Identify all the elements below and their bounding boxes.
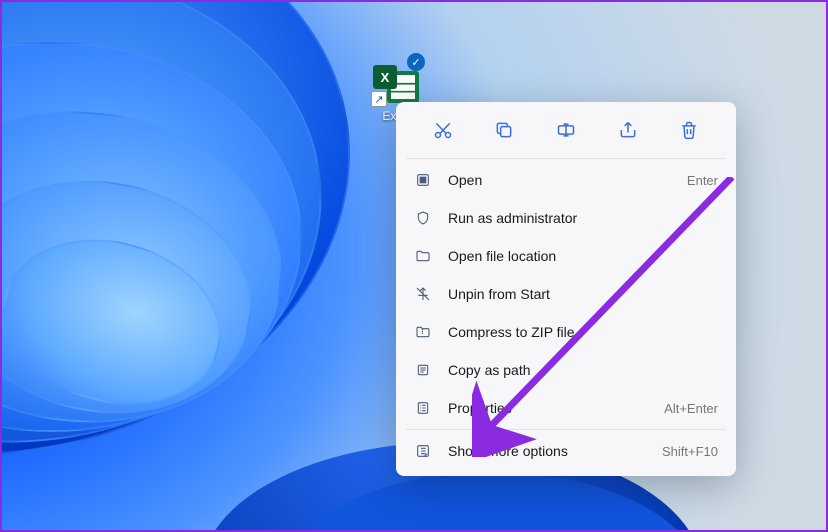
menu-item-show-more-options[interactable]: Show more options Shift+F10 <box>402 432 730 470</box>
rename-icon[interactable] <box>548 114 584 146</box>
more-options-icon <box>414 442 432 460</box>
menu-item-label: Show more options <box>448 443 646 459</box>
copy-path-icon <box>414 361 432 379</box>
open-icon <box>414 171 432 189</box>
copy-icon[interactable] <box>486 114 522 146</box>
context-menu-iconbar <box>402 108 730 156</box>
menu-item-open-file-location[interactable]: Open file location <box>402 237 730 275</box>
unpin-icon <box>414 285 432 303</box>
properties-icon <box>414 399 432 417</box>
separator <box>406 429 726 430</box>
share-icon[interactable] <box>610 114 646 146</box>
separator <box>406 158 726 159</box>
zip-icon <box>414 323 432 341</box>
menu-item-label: Run as administrator <box>448 210 718 226</box>
menu-item-label: Open file location <box>448 248 718 264</box>
excel-icon: X ✓ ↗ <box>373 57 421 105</box>
menu-item-accel: Enter <box>687 173 718 188</box>
menu-item-copy-as-path[interactable]: Copy as path <box>402 351 730 389</box>
context-menu: Open Enter Run as administrator Open fil… <box>396 102 736 476</box>
menu-item-label: Copy as path <box>448 362 718 378</box>
menu-item-compress-zip[interactable]: Compress to ZIP file <box>402 313 730 351</box>
delete-icon[interactable] <box>671 114 707 146</box>
menu-item-properties[interactable]: Properties Alt+Enter <box>402 389 730 427</box>
menu-item-label: Properties <box>448 400 648 416</box>
menu-item-accel: Shift+F10 <box>662 444 718 459</box>
menu-item-label: Unpin from Start <box>448 286 718 302</box>
menu-item-unpin-from-start[interactable]: Unpin from Start <box>402 275 730 313</box>
menu-item-run-as-admin[interactable]: Run as administrator <box>402 199 730 237</box>
cut-icon[interactable] <box>425 114 461 146</box>
menu-item-open[interactable]: Open Enter <box>402 161 730 199</box>
menu-item-label: Compress to ZIP file <box>448 324 718 340</box>
shield-icon <box>414 209 432 227</box>
menu-item-label: Open <box>448 172 671 188</box>
folder-icon <box>414 247 432 265</box>
menu-item-accel: Alt+Enter <box>664 401 718 416</box>
